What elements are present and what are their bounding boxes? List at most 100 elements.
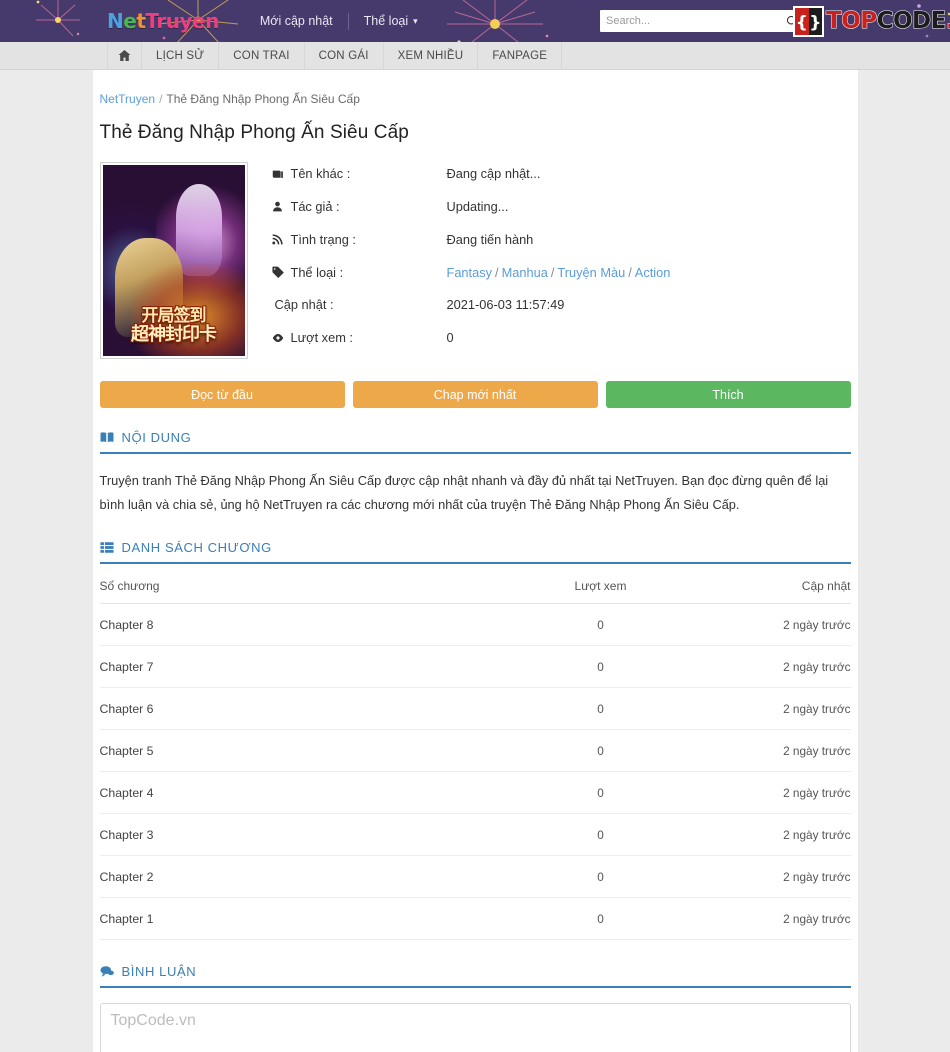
chapter-views: 0 (500, 813, 701, 857)
chapter-updated: 2 ngày trước (700, 729, 851, 773)
comic-info-list: Tên khác : Đang cập nhật... Tác giả : Up… (271, 162, 851, 363)
book-open-icon (100, 431, 114, 444)
logo-letter: n (205, 9, 219, 33)
table-row[interactable]: Chapter 2 02 ngày trước (99, 855, 851, 899)
table-row[interactable]: Chapter 1 02 ngày trước (99, 897, 851, 941)
navbar-item-label: LỊCH SỬ (156, 49, 205, 62)
breadcrumb-home-link[interactable]: NetTruyen (100, 92, 156, 106)
header-nav-the-loai[interactable]: Thể loại ▾ (353, 14, 429, 28)
info-value: Updating... (446, 198, 509, 214)
table-row[interactable]: Chapter 6 02 ngày trước (99, 687, 851, 731)
chapter-link[interactable]: Chapter 8 (100, 618, 154, 632)
navbar-item-xem-nhieu[interactable]: XEM NHIỀU (384, 42, 479, 69)
like-button[interactable]: Thích (605, 381, 851, 409)
search-area: { } TOPCODE.VN (600, 5, 950, 37)
genre-separator: / (550, 264, 555, 280)
section-heading-label: NỘI DUNG (121, 430, 192, 446)
section-heading-chapters: DANH SÁCH CHƯƠNG (99, 540, 851, 565)
search-box[interactable] (600, 10, 805, 32)
read-from-start-button[interactable]: Đọc từ đầu (99, 381, 345, 409)
logo-letter: N (107, 9, 124, 33)
chapter-updated: 2 ngày trước (700, 645, 851, 689)
home-icon (118, 49, 131, 62)
eye-icon (272, 332, 285, 344)
breadcrumb-current: Thẻ Đăng Nhập Phong Ấn Siêu Cấp (166, 92, 360, 106)
table-header-row: Số chương Lượt xem Cập nhật (99, 579, 851, 605)
header-nav-label: Mới cập nhật (259, 14, 333, 28)
table-row[interactable]: Chapter 8 02 ngày trước (99, 603, 851, 647)
chapter-link[interactable]: Chapter 1 (100, 912, 154, 926)
navbar-item-label: CON GÁI (318, 49, 369, 62)
logo-letter: u (165, 9, 180, 33)
chapter-views: 0 (500, 645, 701, 689)
chapter-name[interactable]: Chapter 5 (99, 729, 501, 773)
genre-link-truyen-mau[interactable]: Truyện Màu (557, 265, 625, 280)
logo-letter: r (156, 9, 166, 33)
chapter-name[interactable]: Chapter 6 (99, 687, 501, 731)
comment-input[interactable] (99, 1003, 851, 1052)
info-label: Cập nhật : (272, 297, 447, 312)
breadcrumb: NetTruyen / Thẻ Đăng Nhập Phong Ấn Siêu Cấ… (100, 92, 851, 106)
comment-icon (99, 965, 114, 978)
genre-separator: / (628, 264, 632, 280)
chapter-views: 0 (500, 603, 701, 647)
topcode-mark-icon: { } (793, 5, 824, 37)
navbar-item-home[interactable] (107, 42, 142, 69)
topcode-text-code: CODE (876, 7, 947, 34)
comic-cover[interactable]: 开局签到 超神封印卡 (99, 162, 248, 359)
chapter-updated: 2 ngày trước (700, 813, 851, 857)
site-logo[interactable]: NetTruyen (107, 11, 219, 31)
header-nav-moi-cap-nhat[interactable]: Mới cập nhật (249, 14, 344, 28)
info-label: Thể loại : (271, 265, 447, 280)
column-header-updated: Cập nhật (700, 579, 851, 605)
content-card: NetTruyen / Thẻ Đăng Nhập Phong Ấn Siêu Cấ… (92, 70, 858, 1052)
chapter-name[interactable]: Chapter 2 (99, 855, 501, 899)
chapter-link[interactable]: Chapter 7 (100, 660, 154, 674)
genre-link-fantasy[interactable]: Fantasy (447, 265, 493, 280)
chapter-link[interactable]: Chapter 5 (100, 744, 154, 758)
info-label-text: Lượt xem : (290, 330, 353, 346)
nav-divider (347, 12, 349, 30)
navbar-item-label: XEM NHIỀU (397, 49, 464, 62)
chapter-link[interactable]: Chapter 6 (100, 702, 154, 716)
navbar-item-fanpage[interactable]: FANPAGE (478, 42, 563, 69)
table-row[interactable]: Chapter 4 02 ngày trước (99, 771, 851, 815)
chapter-updated: 2 ngày trước (700, 603, 851, 647)
info-label-text: Tình trạng : (290, 231, 356, 247)
chapter-link[interactable]: Chapter 3 (100, 828, 154, 842)
chapter-name[interactable]: Chapter 1 (99, 897, 501, 941)
chapter-name[interactable]: Chapter 4 (99, 771, 501, 815)
section-heading-content: NỘI DUNG (99, 430, 851, 455)
chapter-name[interactable]: Chapter 3 (99, 813, 501, 857)
navbar-item-con-gai[interactable]: CON GÁI (305, 42, 384, 69)
search-input[interactable] (606, 15, 786, 27)
column-header-chapter: Số chương (99, 579, 501, 605)
latest-chapter-button[interactable]: Chap mới nhất (352, 381, 598, 409)
section-heading-label: BÌNH LUẬN (121, 964, 197, 980)
topcode-mark-left: { (795, 7, 809, 35)
navbar-item-con-trai[interactable]: CON TRAI (219, 42, 305, 69)
info-label: Tên khác : (272, 166, 447, 181)
rss-icon (271, 234, 285, 245)
topcode-text-top: TOP (826, 7, 878, 34)
table-row[interactable]: Chapter 7 02 ngày trước (99, 645, 851, 689)
chapter-link[interactable]: Chapter 4 (100, 786, 154, 800)
logo-letter: T (145, 9, 157, 33)
chapter-table-head: Số chương Lượt xem Cập nhật (99, 579, 851, 605)
info-row-the-loai: Thể loại : Fantasy / Manhua / Truyện Màu / Act… (271, 264, 851, 280)
genre-link-manhua[interactable]: Manhua (502, 265, 548, 280)
chapter-name[interactable]: Chapter 7 (99, 645, 501, 689)
genre-separator: / (495, 264, 499, 280)
chapter-name[interactable]: Chapter 8 (99, 603, 501, 647)
chapter-link[interactable]: Chapter 2 (100, 870, 154, 884)
genre-link-action[interactable]: Action (635, 265, 671, 280)
header-nav: Mới cập nhật Thể loại ▾ (249, 12, 429, 30)
info-label-text: Tác giả : (290, 198, 340, 214)
chapter-views: 0 (500, 687, 701, 731)
chapter-views: 0 (500, 855, 701, 899)
table-row[interactable]: Chapter 5 02 ngày trước (99, 729, 851, 773)
table-row[interactable]: Chapter 3 02 ngày trước (99, 813, 851, 857)
topcode-text-vn: .VN (945, 7, 950, 34)
navbar-item-lich-su[interactable]: LỊCH SỬ (142, 42, 220, 69)
breadcrumb-separator: / (159, 92, 163, 106)
